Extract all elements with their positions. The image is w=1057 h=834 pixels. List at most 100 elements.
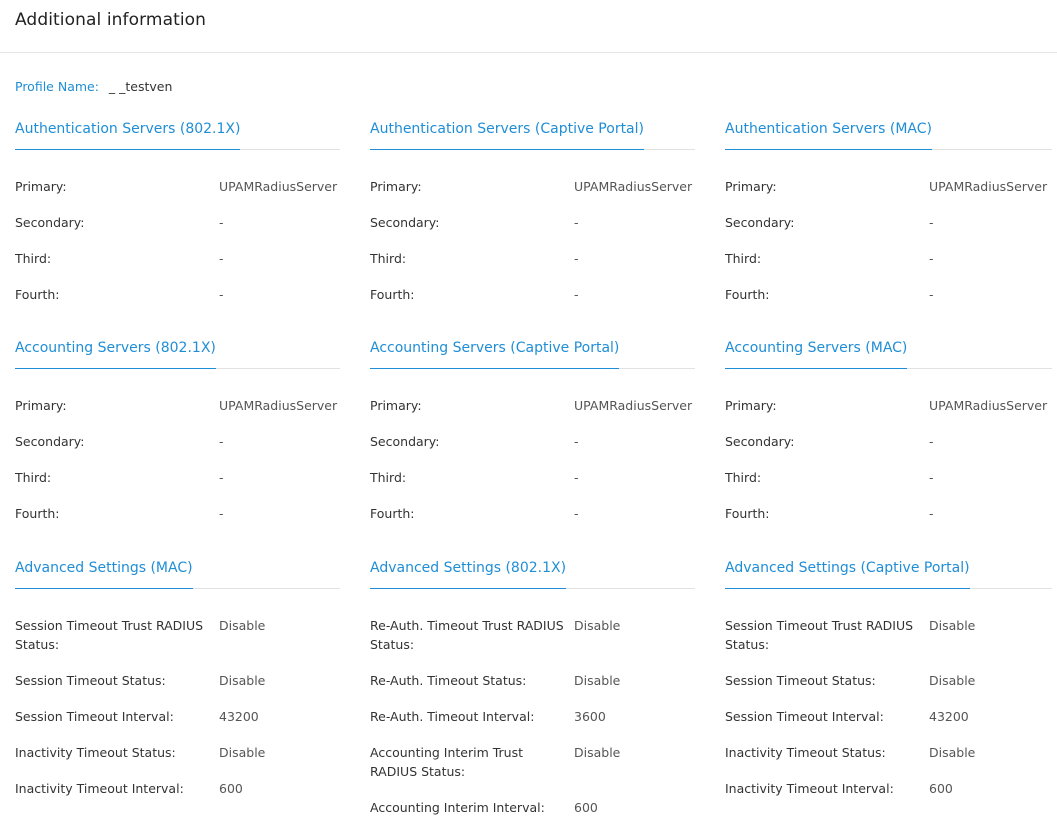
info-row-label: Secondary:	[725, 434, 795, 449]
section-header: Advanced Settings (MAC)	[15, 556, 340, 589]
section-authentication-servers-802-1x: Authentication Servers (802.1X) Primary: U…	[15, 117, 340, 321]
info-row: Third: -	[370, 249, 695, 268]
info-row-label: Secondary:	[725, 215, 795, 230]
info-row: Session Timeout Trust RADIUS Status: Disa…	[15, 616, 340, 654]
info-row-value: UPAMRadiusServer	[574, 179, 693, 194]
section-title: Authentication Servers (802.1X)	[15, 118, 241, 150]
profile-name-value: _ _testven	[108, 79, 173, 94]
info-row-label: Session Timeout Interval:	[15, 709, 174, 724]
section-header: Accounting Servers (802.1X)	[15, 336, 340, 369]
section-accounting-servers-802-1x: Accounting Servers (802.1X) Primary: UPAMR…	[15, 336, 340, 540]
info-row-value: 43200	[219, 709, 259, 724]
info-row-value: -	[929, 506, 934, 521]
info-row-label: Fourth:	[15, 287, 60, 302]
info-row-label: Session Timeout Interval:	[725, 709, 884, 724]
info-row-label: Re-Auth. Timeout Trust RADIUS Status:	[370, 618, 564, 652]
info-row: Third: -	[15, 468, 340, 487]
info-row-label: Fourth:	[370, 506, 415, 521]
info-row-label: Primary:	[15, 398, 67, 413]
info-row: Session Timeout Status: Disable	[15, 671, 340, 690]
info-row-value: -	[574, 506, 579, 521]
info-row: Secondary: -	[725, 213, 1052, 232]
info-row: Fourth: -	[15, 285, 340, 304]
info-row-value: 43200	[929, 709, 969, 724]
info-row-label: Third:	[15, 251, 52, 266]
info-row-value: -	[219, 470, 224, 485]
info-row: Session Timeout Interval: 43200	[725, 707, 1052, 726]
info-row-label: Fourth:	[725, 287, 770, 302]
info-row-label: Session Timeout Trust RADIUS Status:	[725, 618, 914, 652]
section-authentication-servers-mac: Authentication Servers (MAC) Primary: UPAM…	[725, 117, 1052, 321]
info-row-value: Disable	[574, 745, 621, 760]
info-row-value: UPAMRadiusServer	[574, 398, 693, 413]
info-row-value: 3600	[574, 709, 606, 724]
info-row-label: Session Timeout Trust RADIUS Status:	[15, 618, 204, 652]
section-rows: Primary: UPAMRadiusServer Secondary: - Third…	[15, 369, 340, 523]
info-row-value: -	[929, 251, 934, 266]
info-row-value: -	[219, 287, 224, 302]
info-row: Primary: UPAMRadiusServer	[725, 177, 1052, 196]
info-row: Secondary: -	[15, 432, 340, 451]
info-row: Secondary: -	[370, 432, 695, 451]
info-row: Re-Auth. Timeout Trust RADIUS Status: Dis…	[370, 616, 695, 654]
info-row: Accounting Interim Trust RADIUS Status: D…	[370, 743, 695, 781]
info-row-value: UPAMRadiusServer	[929, 179, 1048, 194]
info-row-value: Disable	[929, 745, 976, 760]
section-title: Advanced Settings (802.1X)	[370, 557, 567, 589]
info-row: Inactivity Timeout Status: Disable	[725, 743, 1052, 762]
info-row: Inactivity Timeout Interval: 600	[725, 779, 1052, 798]
section-rows: Primary: UPAMRadiusServer Secondary: - Third…	[15, 150, 340, 304]
info-row-value: Disable	[929, 673, 976, 688]
info-row: Third: -	[725, 249, 1052, 268]
info-row-label: Secondary:	[370, 434, 440, 449]
info-row-value: 600	[574, 800, 598, 815]
info-row-value: Disable	[574, 618, 621, 633]
info-row: Fourth: -	[725, 285, 1052, 304]
info-row-value: Disable	[574, 673, 621, 688]
section-rows: Session Timeout Trust RADIUS Status: Disa…	[15, 589, 340, 798]
info-row: Primary: UPAMRadiusServer	[370, 396, 695, 415]
info-row-label: Primary:	[370, 179, 422, 194]
info-row-value: -	[574, 434, 579, 449]
info-row-value: -	[574, 470, 579, 485]
info-row: Third: -	[725, 468, 1052, 487]
section-title: Advanced Settings (Captive Portal)	[725, 557, 970, 589]
info-row: Primary: UPAMRadiusServer	[370, 177, 695, 196]
section-header: Authentication Servers (802.1X)	[15, 117, 340, 150]
section-authentication-servers-captive-portal: Authentication Servers (Captive Portal) P…	[370, 117, 695, 321]
info-row-value: -	[574, 215, 579, 230]
info-row-value: UPAMRadiusServer	[219, 179, 338, 194]
info-row: Inactivity Timeout Interval: 600	[15, 779, 340, 798]
info-row: Session Timeout Status: Disable	[725, 671, 1052, 690]
info-row-value: -	[574, 251, 579, 266]
info-row-label: Primary:	[370, 398, 422, 413]
info-row: Primary: UPAMRadiusServer	[15, 396, 340, 415]
section-title: Authentication Servers (MAC)	[725, 118, 932, 150]
info-row-label: Inactivity Timeout Status:	[725, 745, 886, 760]
info-row-value: Disable	[219, 618, 266, 633]
section-rows: Primary: UPAMRadiusServer Secondary: - Third…	[370, 150, 695, 304]
info-row-label: Third:	[725, 470, 762, 485]
info-row-label: Primary:	[725, 398, 777, 413]
info-row-label: Inactivity Timeout Interval:	[15, 781, 184, 796]
info-row: Session Timeout Trust RADIUS Status: Disa…	[725, 616, 1052, 654]
section-title: Accounting Servers (MAC)	[725, 337, 908, 369]
info-row-label: Secondary:	[15, 215, 85, 230]
info-row: Primary: UPAMRadiusServer	[15, 177, 340, 196]
info-row-value: UPAMRadiusServer	[929, 398, 1048, 413]
info-row: Third: -	[15, 249, 340, 268]
info-row-value: Disable	[929, 618, 976, 633]
section-header: Advanced Settings (Captive Portal)	[725, 556, 1052, 589]
section-title: Advanced Settings (MAC)	[15, 557, 193, 589]
info-row: Third: -	[370, 468, 695, 487]
info-row-value: -	[574, 287, 579, 302]
section-header: Accounting Servers (MAC)	[725, 336, 1052, 369]
info-row-value: -	[929, 470, 934, 485]
info-row-value: Disable	[219, 745, 266, 760]
info-row-label: Re-Auth. Timeout Status:	[370, 673, 527, 688]
section-advanced-settings-mac: Advanced Settings (MAC) Session Timeout T…	[15, 556, 340, 815]
section-title: Accounting Servers (Captive Portal)	[370, 337, 620, 369]
section-header: Authentication Servers (Captive Portal)	[370, 117, 695, 150]
info-row: Primary: UPAMRadiusServer	[725, 396, 1052, 415]
info-row: Re-Auth. Timeout Interval: 3600	[370, 707, 695, 726]
